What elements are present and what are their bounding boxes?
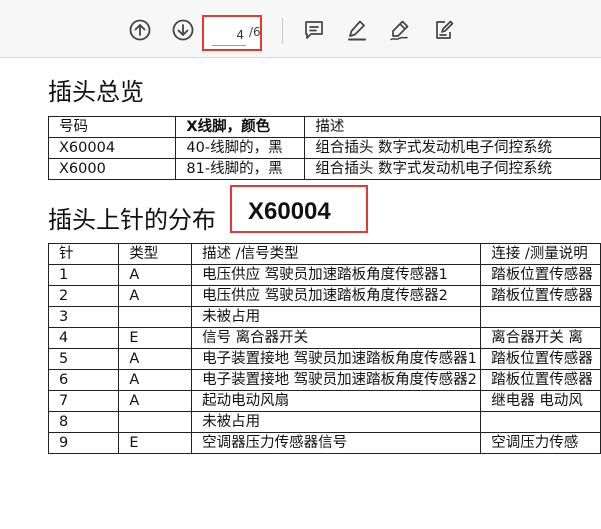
connector-overview-table: 号码 X线脚，颜色 描述 X60004 40-线脚的，黑 组合插头 数字式发动机…: [47, 116, 601, 180]
edit-button[interactable]: [428, 14, 460, 46]
table-row: 8 未被占用: [47, 411, 601, 433]
table-row: 9 E 空调器压力传感器信号 空调压力传感: [47, 432, 601, 454]
table-cell: [480, 306, 601, 328]
table-cell: 继电器 电动风: [480, 390, 601, 412]
table-cell: 7: [47, 390, 120, 412]
table-cell: A: [118, 285, 193, 307]
document-page: 插头总览 号码 X线脚，颜色 描述 X60004 40-线脚的，黑 组合插头 数…: [0, 58, 601, 529]
table-cell: 5: [47, 348, 120, 370]
edit-document-icon: [436, 20, 454, 39]
header-cell: 针: [47, 243, 120, 265]
table-cell: A: [118, 369, 193, 391]
table-cell: 4: [47, 327, 120, 349]
table-cell: [480, 411, 601, 433]
header-cell: 描述 /信号类型: [191, 243, 482, 265]
table-cell: A: [118, 348, 193, 370]
table-header-row: 针 类型 描述 /信号类型 连接 /测量说明: [47, 243, 601, 265]
table-row: 1 A 电压供应 驾驶员加速踏板角度传感器1 踏板位置传感器: [47, 264, 601, 286]
toolbar: /6: [0, 0, 601, 58]
highlighter-icon: [348, 20, 366, 41]
connector-code: X60004: [248, 198, 331, 225]
table-cell: 2: [47, 285, 120, 307]
header-cell: 连接 /测量说明: [480, 243, 601, 265]
table-row: 2 A 电压供应 驾驶员加速踏板角度传感器2 踏板位置传感器: [47, 285, 601, 307]
table-cell: 未被占用: [191, 411, 482, 433]
table-row: 6 A 电子装置接地 驾驶员加速踏板角度传感器2 踏板位置传感器: [47, 369, 601, 391]
table-header-row: 号码 X线脚，颜色 描述: [47, 116, 601, 138]
table-cell: E: [118, 432, 193, 454]
table-cell: 6: [47, 369, 120, 391]
arrow-up-circle-icon: [129, 19, 151, 41]
table-cell: 8: [47, 411, 120, 433]
table-row: X6000 81-线脚的，黑 组合插头 数字式发动机电子伺控系统: [47, 158, 601, 180]
toolbar-divider: [282, 18, 283, 44]
table-cell: 9: [47, 432, 120, 454]
pen-draw-icon: [390, 20, 409, 41]
header-cell: 号码: [47, 116, 177, 138]
table-row: 3 未被占用: [47, 306, 601, 328]
highlight-button[interactable]: [341, 14, 373, 46]
comment-button[interactable]: [298, 14, 330, 46]
comment-icon: [305, 21, 323, 39]
table-cell: 踏板位置传感器: [480, 264, 601, 286]
table-cell: A: [118, 264, 193, 286]
table-cell: A: [118, 390, 193, 412]
table-cell: 踏板位置传感器: [480, 369, 601, 391]
table-cell: 踏板位置传感器: [480, 348, 601, 370]
table-cell: 电压供应 驾驶员加速踏板角度传感器2: [191, 285, 482, 307]
table-cell: 电子装置接地 驾驶员加速踏板角度传感器2: [191, 369, 482, 391]
table-cell: 空调器压力传感器信号: [191, 432, 482, 454]
page-number-input[interactable]: [212, 25, 246, 46]
table-cell: 踏板位置传感器: [480, 285, 601, 307]
page-navigator: /6: [202, 15, 262, 51]
table-row: 7 A 起动电动风扇 继电器 电动风: [47, 390, 601, 412]
table-cell: 起动电动风扇: [191, 390, 482, 412]
table-cell: [118, 306, 193, 328]
section-title-pin-layout: 插头上针的分布: [48, 206, 216, 234]
table-cell: 信号 离合器开关: [191, 327, 482, 349]
table-cell: X6000: [47, 158, 177, 180]
table-cell: 未被占用: [191, 306, 482, 328]
table-cell: 电子装置接地 驾驶员加速踏板角度传感器1: [191, 348, 482, 370]
next-page-button[interactable]: [167, 14, 199, 46]
section-title-overview: 插头总览: [48, 78, 144, 106]
table-cell: 离合器开关 离: [480, 327, 601, 349]
table-row: 5 A 电子装置接地 驾驶员加速踏板角度传感器1 踏板位置传感器: [47, 348, 601, 370]
table-cell: 组合插头 数字式发动机电子伺控系统: [304, 158, 601, 180]
table-cell: 1: [47, 264, 120, 286]
table-cell: X60004: [47, 137, 177, 159]
table-cell: 81-线脚的，黑: [175, 158, 306, 180]
header-cell: X线脚，颜色: [175, 116, 306, 138]
table-cell: 电压供应 驾驶员加速踏板角度传感器1: [191, 264, 482, 286]
table-cell: 3: [47, 306, 120, 328]
arrow-down-circle-icon: [172, 19, 194, 41]
table-cell: 40-线脚的，黑: [175, 137, 306, 159]
header-cell: 类型: [118, 243, 193, 265]
pin-assignment-table: 针 类型 描述 /信号类型 连接 /测量说明 1 A 电压供应 驾驶员加速踏板角…: [47, 243, 601, 454]
table-row: 4 E 信号 离合器开关 离合器开关 离: [47, 327, 601, 349]
table-row: X60004 40-线脚的，黑 组合插头 数字式发动机电子伺控系统: [47, 137, 601, 159]
header-cell: 描述: [304, 116, 601, 138]
draw-button[interactable]: [384, 14, 416, 46]
table-cell: [118, 411, 193, 433]
previous-page-button[interactable]: [124, 14, 156, 46]
table-cell: 空调压力传感: [480, 432, 601, 454]
table-cell: 组合插头 数字式发动机电子伺控系统: [304, 137, 601, 159]
table-cell: E: [118, 327, 193, 349]
page-total-label: /6: [249, 25, 261, 39]
